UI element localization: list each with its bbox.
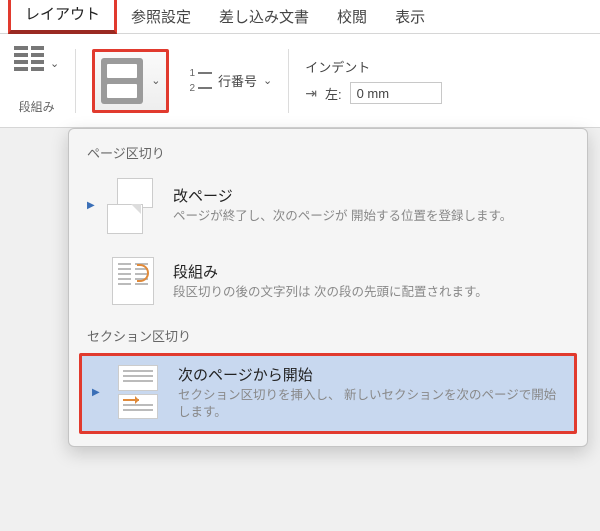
group-separator [288, 49, 289, 113]
breaks-group: ⌄ [82, 42, 179, 119]
breaks-dropdown: ページ区切り ▶ 改ページ ページが終了し、次のページが 開始する位置を登録しま… [68, 128, 588, 447]
columns-group: ⌄ 段組み [4, 42, 69, 119]
tab-references[interactable]: 参照設定 [117, 0, 205, 33]
breaks-button[interactable]: ⌄ [92, 49, 169, 113]
indent-left-label: 左: [325, 84, 342, 103]
menu-item-column-break[interactable]: ▶ 段組み 段区切りの後の文字列は 次の段の先頭に配置されます。 [73, 244, 583, 320]
tab-view[interactable]: 表示 [381, 0, 439, 33]
menu-item-title: 次のページから開始 [178, 364, 564, 385]
menu-item-desc: セクション区切りを挿入し、 新しいセクションを次のページで開始します。 [178, 387, 564, 421]
menu-item-next-page-section[interactable]: ▶ 次のページから開始 セクション区切りを挿入し、 新しいセクションを次のページ… [79, 353, 577, 434]
menu-item-page-break[interactable]: ▶ 改ページ ページが終了し、次のページが 開始する位置を登録します。 [73, 168, 583, 244]
dropdown-section-section-breaks: セクション区切り [73, 320, 583, 351]
menu-item-desc: ページが終了し、次のページが 開始する位置を登録します。 [173, 208, 569, 225]
line-numbers-icon: 1 2 [189, 68, 212, 94]
tab-layout[interactable]: レイアウト [8, 0, 117, 34]
line-numbers-button[interactable]: 1 2 行番号 ⌄ [189, 68, 272, 94]
columns-group-label: 段組み [19, 98, 55, 115]
indent-left-value: 0 mm [357, 86, 390, 101]
chevron-down-icon: ⌄ [151, 74, 160, 87]
chevron-down-icon: ⌄ [50, 57, 59, 70]
column-break-icon [107, 254, 159, 308]
indent-group: インデント ⇥ 左: 0 mm [295, 53, 451, 108]
ribbon: ⌄ 段組み ⌄ 1 2 行番号 ⌄ インデント ⇥ 左: 0 mm [0, 34, 600, 128]
line-numbers-group: 1 2 行番号 ⌄ [179, 42, 282, 119]
group-separator [75, 49, 76, 113]
columns-button[interactable]: ⌄ [14, 46, 59, 80]
next-page-section-icon [112, 365, 164, 419]
indent-left-input[interactable]: 0 mm [350, 82, 442, 104]
tab-mailings[interactable]: 差し込み文書 [205, 0, 323, 33]
tab-review[interactable]: 校閲 [323, 0, 381, 33]
submenu-arrow-icon: ▶ [87, 200, 93, 211]
menu-item-title: 段組み [173, 261, 569, 282]
indent-left-icon: ⇥ [305, 85, 317, 102]
columns-icon [14, 46, 44, 80]
page-break-icon [107, 178, 159, 232]
breaks-icon [101, 58, 143, 104]
menu-item-title: 改ページ [173, 185, 569, 206]
dropdown-section-page-breaks: ページ区切り [73, 137, 583, 168]
ribbon-tabs: レイアウト 参照設定 差し込み文書 校閲 表示 [0, 0, 600, 34]
line-numbers-label: 行番号 [218, 71, 257, 90]
indent-title: インデント [305, 57, 370, 76]
submenu-arrow-icon: ▶ [92, 387, 98, 398]
chevron-down-icon: ⌄ [263, 74, 272, 87]
menu-item-desc: 段区切りの後の文字列は 次の段の先頭に配置されます。 [173, 284, 569, 301]
